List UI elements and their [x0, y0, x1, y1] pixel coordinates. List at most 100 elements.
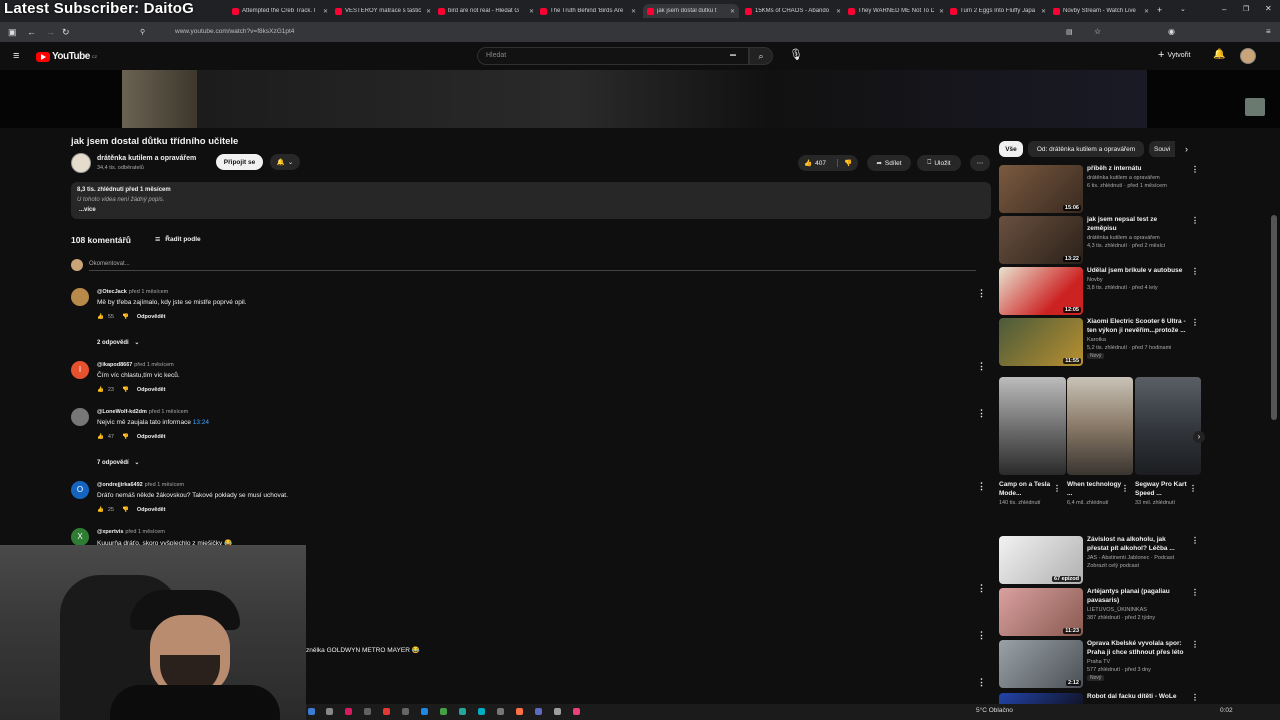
browser-tab[interactable]: Attempted the Creb Track. I ✕: [232, 4, 328, 18]
show-replies-button[interactable]: 7 odpovědí ⌄: [97, 459, 139, 466]
short-menu-icon[interactable]: ⋮: [1121, 484, 1129, 493]
dislike-button[interactable]: 👎: [836, 159, 852, 167]
minimize-button[interactable]: –: [1222, 5, 1226, 14]
chip-all[interactable]: Vše: [999, 141, 1023, 157]
video-menu-icon[interactable]: ⋮: [1191, 318, 1199, 327]
browser-tab[interactable]: jak jsem dostal dutku t ✕: [643, 4, 739, 18]
comment-menu-icon[interactable]: ⋮: [977, 583, 986, 594]
notification-bell-button[interactable]: 🔔 ⌄: [270, 154, 300, 170]
sort-button[interactable]: ≡ Řadit podle: [155, 234, 201, 244]
chip-related[interactable]: Souvi: [1149, 141, 1175, 157]
tab-close-icon[interactable]: ✕: [1041, 8, 1046, 15]
browser-tab[interactable]: Turn 2 Eggs Into Fluffy Japa ✕: [950, 4, 1046, 18]
video-thumbnail[interactable]: 67 epizod: [999, 536, 1083, 584]
tab-close-icon[interactable]: ✕: [426, 8, 431, 15]
related-video-title[interactable]: Robot dal facku dítěti - WoLe: [1087, 693, 1187, 702]
site-info-icon[interactable]: ⚲: [140, 28, 145, 36]
related-video-channel[interactable]: Karotka: [1087, 336, 1187, 344]
app-icon[interactable]: [308, 708, 315, 715]
comment-menu-icon[interactable]: ⋮: [977, 630, 986, 641]
bookmark-star-icon[interactable]: ☆: [1094, 27, 1101, 36]
browser-tab[interactable]: They WARNED ME Not To D ✕: [848, 4, 944, 18]
timestamp-link[interactable]: 13:24: [193, 419, 209, 426]
short-info[interactable]: Camp on a Tesla Mode... 140 tis. zhlédnu…: [999, 481, 1059, 507]
forward-icon[interactable]: →: [46, 27, 55, 37]
like-button[interactable]: 👍 407: [804, 159, 826, 168]
comment-like-button[interactable]: 👍 25: [97, 507, 114, 513]
browser-tab[interactable]: 15KMs of CHAOS - Abando ✕: [745, 4, 841, 18]
comment-menu-icon[interactable]: ⋮: [977, 677, 986, 688]
related-video-title[interactable]: Závislost na alkoholu, jak přestat pít a…: [1087, 536, 1187, 554]
app-icon[interactable]: [535, 708, 542, 715]
comment-like-button[interactable]: 👍 23: [97, 387, 114, 393]
related-video-title[interactable]: Xiaomi Electric Scooter 6 Ultra - ten vý…: [1087, 318, 1187, 336]
shorts-next-icon[interactable]: ›: [1193, 431, 1205, 443]
video-thumbnail[interactable]: 2:12: [999, 640, 1083, 688]
short-menu-icon[interactable]: ⋮: [1189, 484, 1197, 493]
comment-avatar[interactable]: O: [71, 481, 89, 499]
youtube-logo[interactable]: YouTube CZ: [36, 51, 97, 62]
comment-menu-icon[interactable]: ⋮: [977, 288, 986, 299]
create-button[interactable]: + Vytvořit: [1158, 50, 1191, 61]
short-thumbnail[interactable]: [999, 377, 1066, 475]
tab-list-icon[interactable]: ⌄: [1180, 5, 1186, 13]
related-video-title[interactable]: Artėjantys planai (pagaliau pavasaris): [1087, 588, 1187, 606]
sidebar-toggle-icon[interactable]: ▣: [8, 27, 17, 38]
comment-author[interactable]: @ondrejjirka6492: [97, 482, 143, 488]
channel-name[interactable]: drátěnka kutilem a opravářem: [97, 155, 196, 162]
short-thumbnail[interactable]: [1067, 377, 1133, 475]
short-info[interactable]: When technology ... 6,4 mil. zhlédnutí: [1067, 481, 1127, 507]
video-thumbnail[interactable]: 11:55: [999, 318, 1083, 366]
browser-menu-icon[interactable]: ≡: [1266, 27, 1271, 36]
app-icon[interactable]: [364, 708, 371, 715]
close-window-button[interactable]: ✕: [1265, 4, 1272, 13]
video-thumbnail[interactable]: 15:06: [999, 165, 1083, 213]
tab-close-icon[interactable]: ✕: [939, 8, 944, 15]
short-info[interactable]: Segway Pro Kart Speed ... 33 mil. zhlédn…: [1135, 481, 1195, 507]
comment-author[interactable]: @LoneWolf-kd2dm: [97, 409, 147, 415]
comment-author[interactable]: @xpertvis: [97, 529, 123, 535]
comment-time[interactable]: před 1 měsícem: [129, 289, 168, 295]
reply-button[interactable]: Odpovědět: [137, 507, 166, 513]
tab-close-icon[interactable]: ✕: [1144, 8, 1149, 15]
show-replies-button[interactable]: 2 odpovědi ⌄: [97, 339, 139, 346]
search-button[interactable]: ⌕: [749, 47, 773, 65]
video-menu-icon[interactable]: ⋮: [1191, 165, 1199, 174]
share-button[interactable]: ➦ Sdílet: [867, 155, 911, 171]
tab-close-icon[interactable]: ✕: [836, 8, 841, 15]
comment-time[interactable]: před 1 měsícem: [149, 409, 188, 415]
related-video-title[interactable]: Oprava Kbelské vyvolala spor: Praha ji c…: [1087, 640, 1187, 658]
app-icon[interactable]: [421, 708, 428, 715]
description-box[interactable]: 8,3 tis. zhlédnutí před 1 měsícem U toho…: [71, 182, 991, 219]
browser-tab[interactable]: bird are not real - Hledat G ✕: [438, 4, 534, 18]
related-video-channel[interactable]: Praha TV: [1087, 658, 1187, 666]
new-tab-button[interactable]: +: [1157, 5, 1162, 15]
back-icon[interactable]: ←: [27, 27, 36, 37]
related-video-channel[interactable]: drátěnka kutilem a opravářem: [1087, 234, 1187, 242]
browser-tab[interactable]: The Truth Behind 'Birds Are ✕: [540, 4, 636, 18]
comment-time[interactable]: před 1 měsícem: [145, 482, 184, 488]
app-icon[interactable]: [573, 708, 580, 715]
video-thumbnail[interactable]: 13:22: [999, 216, 1083, 264]
app-icon[interactable]: [326, 708, 333, 715]
browser-tab[interactable]: Novby Stream - Watch Live ✕: [1053, 4, 1149, 18]
comment-avatar[interactable]: [71, 408, 89, 426]
video-menu-icon[interactable]: ⋮: [1191, 640, 1199, 649]
chip-from-channel[interactable]: Od: drátěnka kutilem a opravářem: [1028, 141, 1144, 157]
hamburger-menu-icon[interactable]: ≡: [13, 50, 19, 62]
reply-button[interactable]: Odpovědět: [137, 434, 166, 440]
app-icon[interactable]: [497, 708, 504, 715]
microphone-icon[interactable]: 🎙: [789, 48, 803, 61]
search-input[interactable]: Hledat: [477, 47, 749, 65]
reply-button[interactable]: Odpovědět: [137, 387, 166, 393]
comment-dislike-button[interactable]: 👎: [122, 387, 129, 393]
app-icon[interactable]: [383, 708, 390, 715]
comment-menu-icon[interactable]: ⋮: [977, 408, 986, 419]
comment-like-button[interactable]: 👍 55: [97, 314, 114, 320]
clock[interactable]: 0:02: [1220, 707, 1233, 714]
channel-watermark[interactable]: [1245, 98, 1265, 116]
reload-icon[interactable]: ↻: [62, 27, 70, 38]
more-actions-button[interactable]: ⋯: [970, 155, 990, 171]
browser-tab[interactable]: VESTEROY matrace s taštič ✕: [335, 4, 431, 18]
tab-close-icon[interactable]: ✕: [529, 8, 534, 15]
